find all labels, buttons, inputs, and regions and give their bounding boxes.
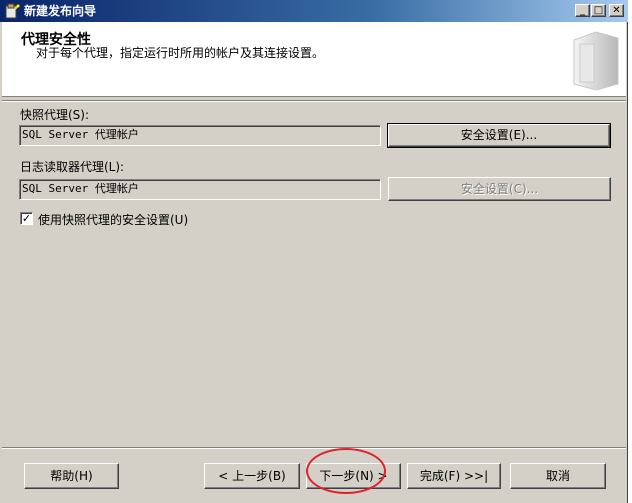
log-reader-account-field: SQL Server 代理帐户: [19, 179, 381, 200]
log-reader-agent-label: 日志读取器代理(L):: [20, 160, 125, 174]
wizard-icon: [5, 3, 20, 19]
use-snapshot-security-checkbox[interactable]: ✓: [20, 212, 33, 225]
maximize-button[interactable]: □: [591, 4, 606, 17]
log-reader-security-settings-button[interactable]: 安全设置(C)...: [388, 177, 611, 201]
wizard-banner-graphic: [573, 31, 619, 91]
minimize-button[interactable]: _: [575, 4, 590, 17]
separator-top: [2, 100, 626, 102]
window-title: 新建发布向导: [24, 4, 97, 18]
close-button[interactable]: ✕: [609, 4, 624, 17]
finish-button[interactable]: 完成(F) >>|: [407, 463, 501, 489]
separator-bottom: [2, 447, 626, 449]
cancel-button[interactable]: 取消: [510, 463, 606, 489]
snapshot-security-settings-button[interactable]: 安全设置(E)...: [387, 123, 611, 148]
snapshot-agent-account-field: SQL Server 代理帐户: [19, 125, 381, 146]
wizard-header: 代理安全性 对于每个代理，指定运行时所用的帐户及其连接设置。: [2, 22, 626, 97]
screen-edge: [628, 0, 632, 503]
wizard-window: 新建发布向导 _ □ ✕ 代理安全性 对于每个代理，指定运行时所用的帐户及其连接…: [0, 0, 628, 503]
snapshot-agent-label: 快照代理(S):: [20, 108, 90, 122]
use-snapshot-security-label[interactable]: 使用快照代理的安全设置(U): [38, 211, 188, 228]
page-subtitle: 对于每个代理，指定运行时所用的帐户及其连接设置。: [36, 46, 325, 60]
back-button[interactable]: < 上一步(B): [204, 463, 300, 489]
annotation-circle: [306, 448, 386, 494]
help-button[interactable]: 帮助(H): [24, 463, 119, 489]
title-bar[interactable]: 新建发布向导 _ □ ✕: [0, 0, 628, 22]
